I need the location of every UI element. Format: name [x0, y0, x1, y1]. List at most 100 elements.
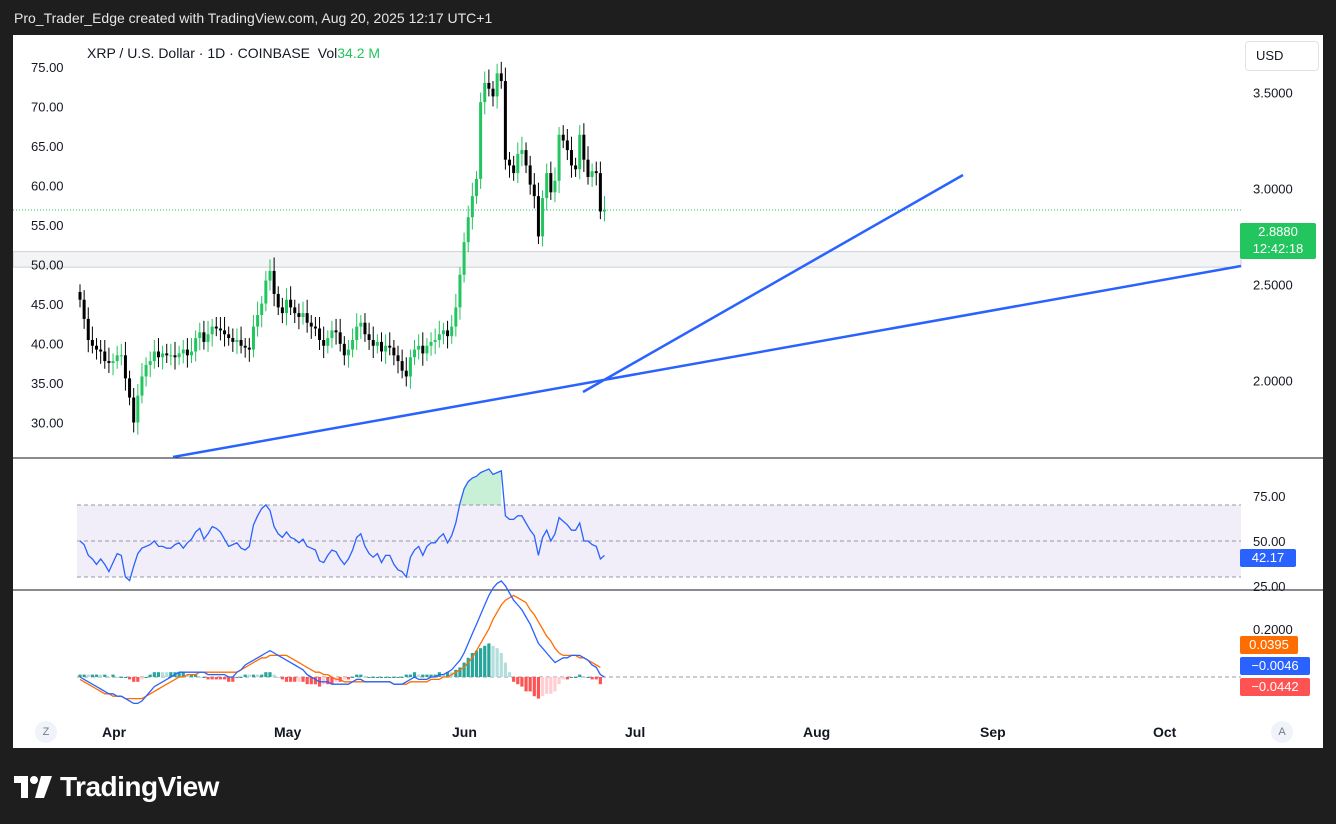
left-axis-tick: 30.00	[31, 416, 64, 431]
macd-histogram-bar	[499, 653, 503, 677]
candle-body	[351, 339, 355, 350]
macd-histogram-bar	[379, 677, 384, 678]
macd-histogram-bar	[243, 674, 247, 677]
macd-histogram-bar	[284, 677, 289, 682]
candle-body	[280, 307, 284, 314]
candle-body	[470, 196, 474, 218]
candle-body	[446, 330, 450, 337]
macd-histogram-bar	[586, 677, 590, 678]
macd-histogram-bar	[557, 677, 561, 685]
macd-histogram-bar	[148, 674, 152, 677]
candle-body	[524, 150, 528, 166]
macd-histogram-bar	[214, 677, 218, 680]
candle-body	[206, 334, 210, 342]
candle-body	[545, 173, 549, 199]
macd-histogram-bar	[483, 645, 487, 677]
bar-countdown: 12:42:18	[1252, 241, 1304, 256]
candle-body	[326, 338, 330, 346]
candle-body	[483, 82, 487, 103]
macd-histogram-bar	[487, 643, 491, 677]
candle-body	[495, 73, 499, 97]
candle-body	[276, 293, 280, 308]
chart-frame[interactable]: 75.00 70.00 65.00 60.00 55.00 50.00 45.00 40.00…	[13, 35, 1323, 748]
auto-scale-button[interactable]: A	[1271, 721, 1293, 743]
candle-body	[359, 322, 363, 327]
macd-histogram-bar	[569, 677, 574, 678]
candle-body	[169, 355, 173, 357]
candle-body	[86, 318, 90, 340]
macd-histogram-bar	[280, 677, 284, 680]
macd-histogram-bar	[86, 674, 90, 677]
candle-body	[487, 82, 491, 89]
candle-body	[400, 361, 404, 371]
candle-body	[474, 178, 478, 197]
macd-histogram-bar	[404, 674, 408, 677]
candle-body	[103, 351, 107, 362]
macd-histogram-bar	[507, 672, 512, 677]
macd-histogram-bar	[346, 677, 351, 680]
macd-histogram-bar	[491, 645, 495, 677]
macd-histogram-bar	[218, 677, 223, 680]
macd-histogram-bar	[107, 677, 111, 678]
macd-histogram-bar	[165, 672, 169, 677]
candle-body	[516, 153, 520, 174]
brand-logo: TradingView	[14, 770, 219, 804]
candle-body	[536, 196, 540, 237]
price-chart[interactable]: 75.00 70.00 65.00 60.00 55.00 50.00 45.00 40.00…	[13, 35, 1323, 748]
candle-body	[388, 345, 392, 348]
candle-body	[561, 134, 565, 141]
candle-body	[565, 140, 569, 151]
macd-histogram-bar	[342, 677, 346, 680]
left-axis-tick: 55.00	[31, 218, 64, 233]
macd-histogram-bar	[594, 677, 598, 680]
right-axis-tick: 2.5000	[1253, 277, 1293, 292]
candle-body	[90, 339, 94, 346]
candle-body	[210, 326, 214, 335]
macd-histogram-bar	[355, 674, 359, 677]
macd-histogram-bar	[119, 677, 123, 678]
candle-body	[190, 351, 194, 356]
candle-body	[82, 299, 86, 319]
chart-caption: Pro_Trader_Edge created with TradingView…	[14, 10, 493, 26]
macd-histogram-bar	[367, 677, 371, 678]
candle-body	[367, 334, 371, 340]
candle-body	[309, 322, 313, 327]
left-axis-tick: 50.00	[31, 258, 64, 273]
candle-body	[247, 347, 251, 350]
candle-body	[458, 274, 462, 308]
macd-histogram-bar	[255, 674, 260, 677]
candle-body	[95, 345, 99, 350]
candle-body	[289, 299, 293, 308]
currency-button[interactable]: USD	[1245, 41, 1319, 71]
candle-body	[264, 280, 268, 304]
macd-histogram-bar	[375, 677, 379, 678]
candle-body	[433, 339, 437, 342]
candle-body	[231, 338, 235, 342]
macd-histogram-bar	[111, 674, 115, 677]
macd-histogram-bar	[222, 677, 227, 680]
candle-body	[227, 334, 231, 339]
macd-histogram-bar	[520, 677, 524, 687]
macd-histogram-bar	[90, 674, 94, 677]
candle-body	[152, 351, 156, 362]
last-price: 2.8880	[1258, 224, 1298, 239]
left-axis-tick: 75.00	[31, 60, 64, 75]
macd-histogram-bar	[371, 677, 375, 678]
candle-body	[243, 345, 247, 348]
candle-body	[363, 322, 367, 335]
left-axis-tick: 70.00	[31, 100, 64, 115]
candle-body	[214, 326, 218, 329]
candle-body	[392, 347, 396, 356]
right-axis-tick: 3.0000	[1253, 181, 1293, 196]
macd-histogram-bar	[94, 674, 99, 677]
candle-body	[78, 292, 82, 300]
left-axis-tick: 40.00	[31, 337, 64, 352]
candle-body	[594, 171, 598, 174]
macd-histogram-bar	[392, 677, 396, 678]
zoom-button[interactable]: Z	[35, 721, 57, 743]
candle-body	[342, 343, 346, 356]
candle-body	[454, 307, 458, 327]
candle-body	[520, 150, 524, 154]
macd-histogram-bar	[503, 662, 507, 677]
macd-histogram-bar	[512, 677, 516, 682]
